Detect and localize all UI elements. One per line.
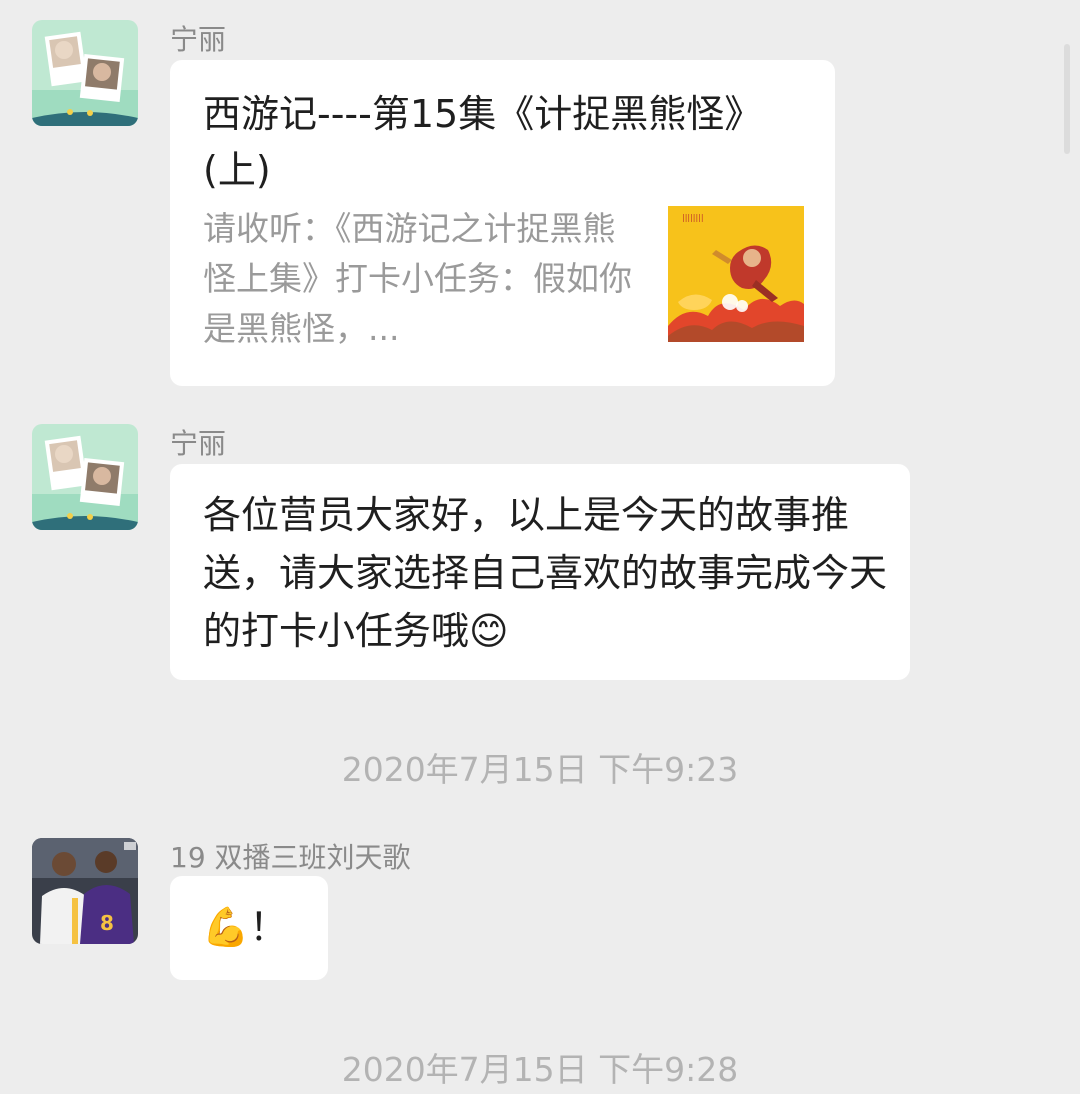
emoji-message-text: ！ — [249, 905, 288, 949]
message-text-body: 各位营员大家好，以上是今天的故事推送，请大家选择自己喜欢的故事完成今天的打卡小任… — [203, 493, 888, 653]
timestamp: 2020年7月15日 下午9:23 — [341, 750, 739, 789]
avatar-ningli[interactable] — [32, 424, 138, 530]
monkey-king-thumbnail-icon: |||||||| — [668, 206, 804, 342]
avatar-liutiange[interactable]: 8 — [32, 838, 138, 944]
smiling-face-emoji-icon: 😊 — [469, 609, 509, 653]
message-text: 宁丽 各位营员大家好，以上是今天的故事推送，请大家选择自己喜欢的故事完成今天的打… — [32, 424, 1042, 684]
sender-name: 宁丽 — [170, 427, 227, 460]
text-bubble[interactable]: 各位营员大家好，以上是今天的故事推送，请大家选择自己喜欢的故事完成今天的打卡小任… — [170, 464, 910, 680]
flexed-biceps-emoji-icon: 💪 — [202, 905, 250, 949]
svg-text:8: 8 — [100, 911, 114, 935]
sender-name: 19 双播三班刘天歌 — [170, 841, 411, 874]
message-emoji: 8 19 双播三班刘天歌 💪！ — [32, 838, 1042, 988]
emoji-message-content: 💪！ — [202, 898, 287, 956]
message-text-content: 各位营员大家好，以上是今天的故事推送，请大家选择自己喜欢的故事完成今天的打卡小任… — [203, 486, 893, 660]
timestamp: 2020年7月15日 下午9:28 — [341, 1050, 739, 1089]
avatar-ningli[interactable] — [32, 20, 138, 126]
link-card-title: 西游记----第15集《计捉黑熊怪》(上) — [203, 92, 763, 192]
scrollbar[interactable] — [1064, 44, 1070, 154]
emoji-bubble[interactable]: 💪！ — [170, 876, 328, 980]
link-card-description: 请收听：《西游记之计捉黑熊怪上集》打卡小任务：假如你是黑熊怪，... — [203, 209, 632, 348]
link-card-bubble[interactable]: 西游记----第15集《计捉黑熊怪》(上) 请收听：《西游记之计捉黑熊怪上集》打… — [170, 60, 835, 386]
svg-text:||||||||: |||||||| — [682, 213, 704, 222]
message-link-card: 宁丽 西游记----第15集《计捉黑熊怪》(上) 请收听：《西游记之计捉黑熊怪上… — [32, 20, 1042, 390]
sender-name: 宁丽 — [170, 23, 227, 56]
